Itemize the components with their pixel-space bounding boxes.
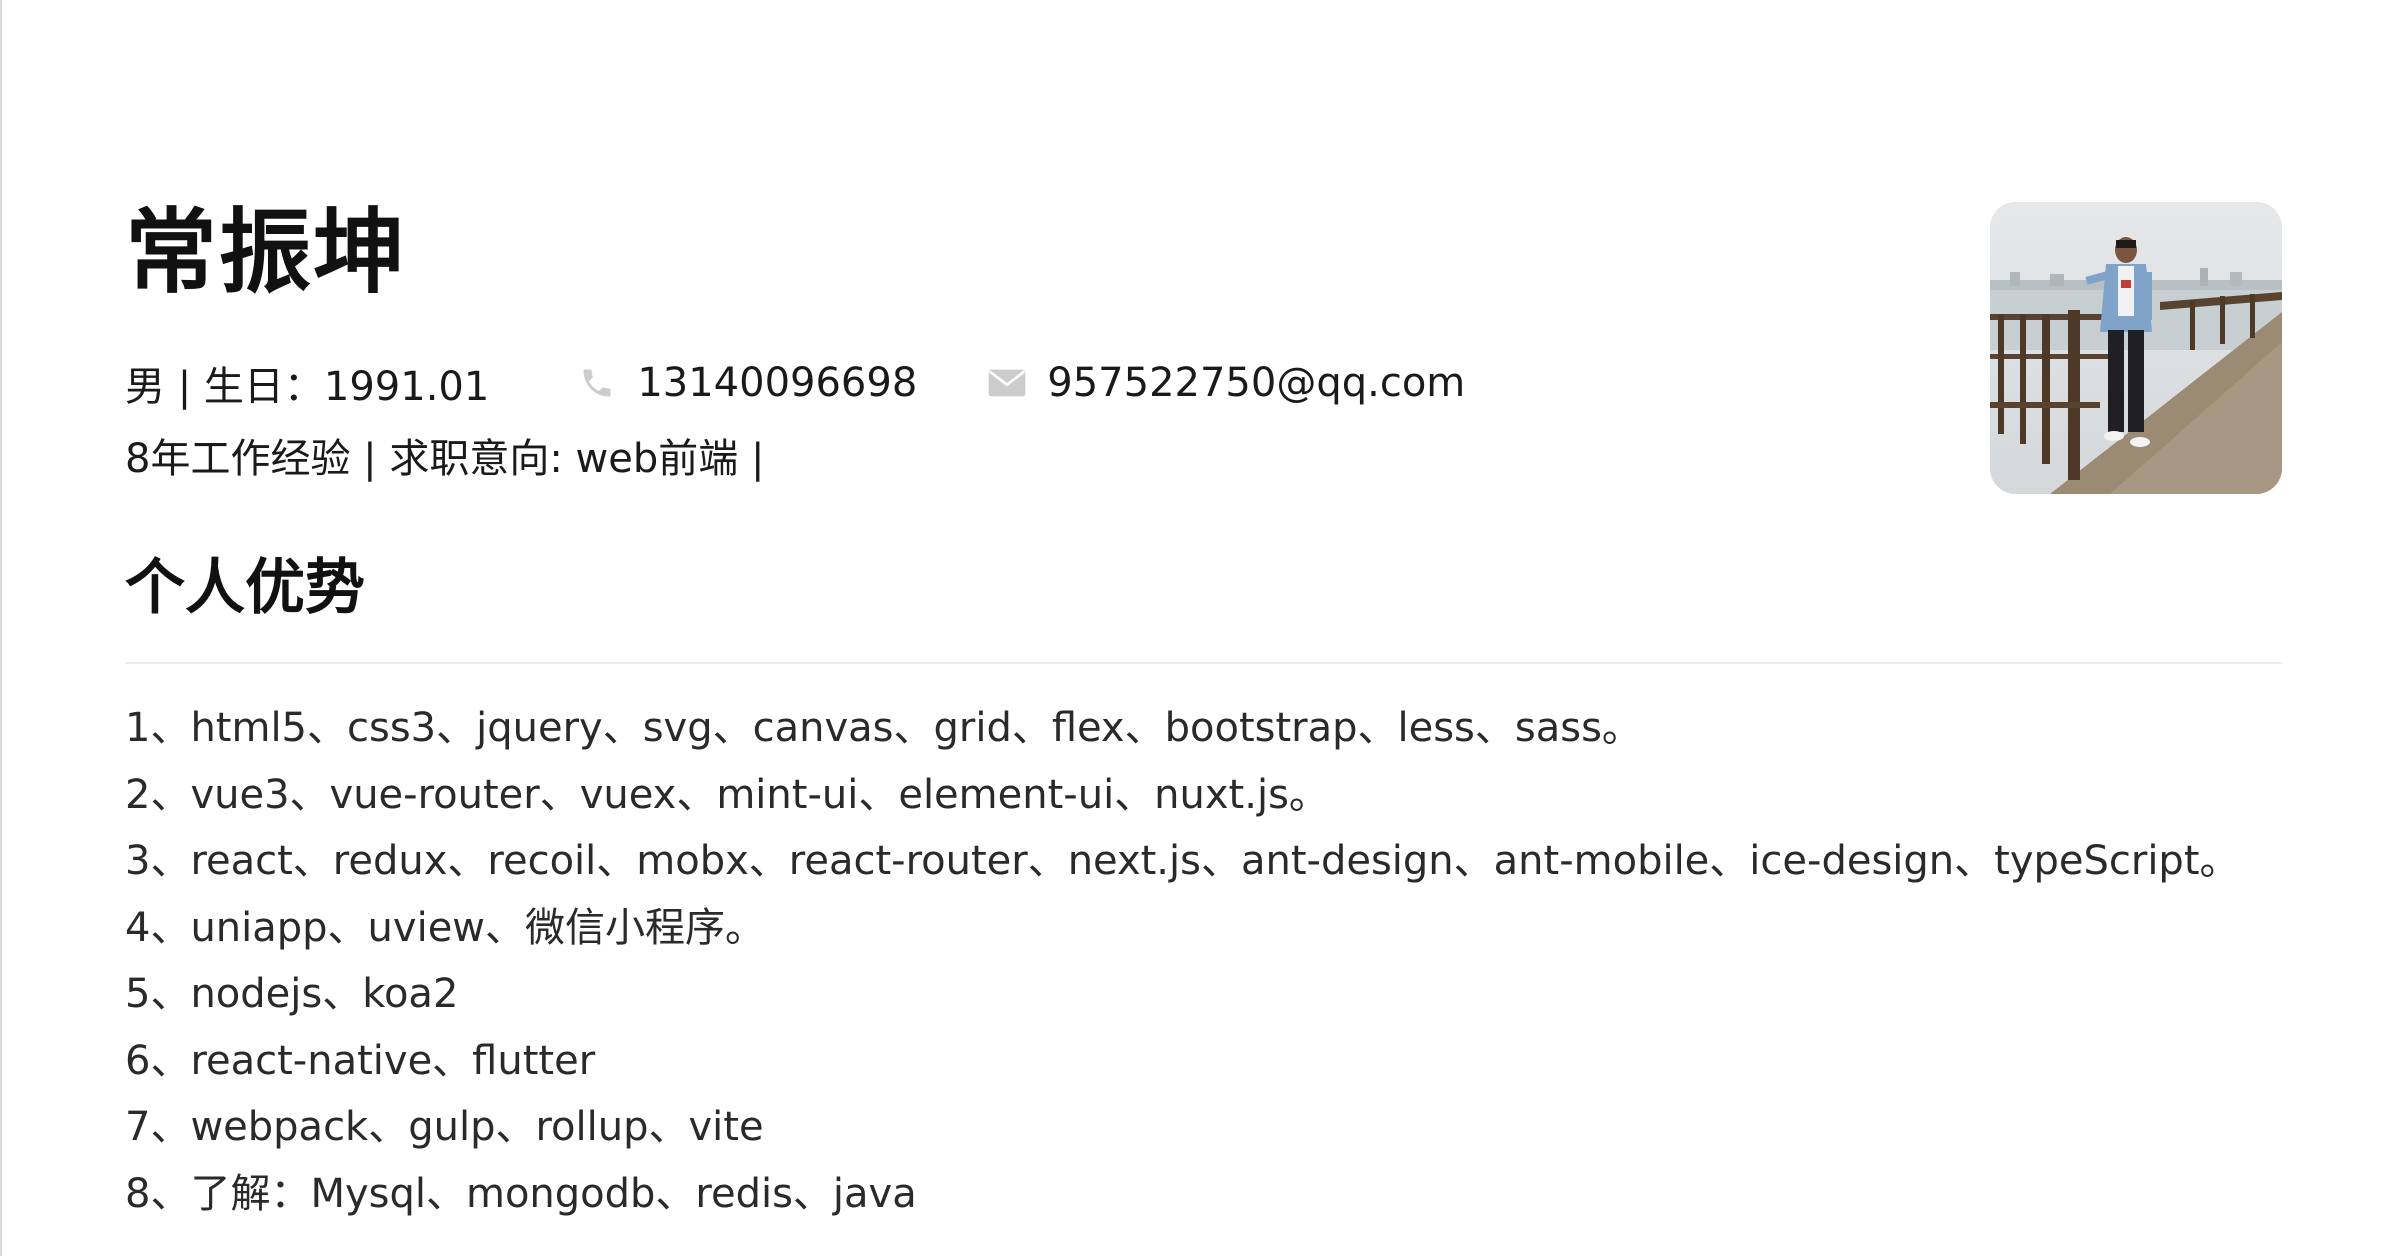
basic-info-row: 男 | 生日：1991.01 13140096698 957522750@qq.… — [125, 356, 1465, 410]
phone-number: 13140096698 — [637, 360, 918, 406]
email-address: 957522750@qq.com — [1047, 360, 1466, 406]
divider — [125, 662, 2282, 664]
experience-intent: 8年工作经验 | 求职意向: web前端 | — [125, 436, 765, 482]
list-item: 3、react、redux、recoil、mobx、react-router、n… — [125, 838, 2240, 884]
list-item: 7、webpack、gulp、rollup、vite — [125, 1104, 764, 1150]
list-item: 2、vue3、vue-router、vuex、mint-ui、element-u… — [125, 771, 1329, 818]
list-item: 1、html5、css3、jquery、svg、canvas、grid、flex… — [125, 705, 1642, 751]
list-item: 5、nodejs、koa2 — [125, 971, 459, 1017]
phone-item: 13140096698 — [577, 360, 917, 406]
mail-icon — [987, 363, 1027, 403]
list-item: 6、react-native、flutter — [125, 1037, 596, 1084]
gender-birthday: 男 | 生日：1991.01 — [125, 364, 490, 410]
list-item: 4、uniapp、uview、微信小程序。 — [125, 904, 766, 951]
advantages-list: 1、html5、css3、jquery、svg、canvas、grid、flex… — [125, 695, 2240, 1227]
avatar — [1990, 202, 2282, 494]
email-item: 957522750@qq.com — [987, 360, 1465, 406]
list-item: 8、了解：Mysql、mongodb、redis、java — [125, 1170, 917, 1217]
phone-icon — [577, 363, 617, 403]
resume-page: 常振坤 男 | 生日：1991.01 13140096698 957522750… — [0, 0, 2400, 1256]
candidate-name: 常振坤 — [125, 199, 408, 306]
section-title: 个人优势 — [125, 553, 365, 623]
